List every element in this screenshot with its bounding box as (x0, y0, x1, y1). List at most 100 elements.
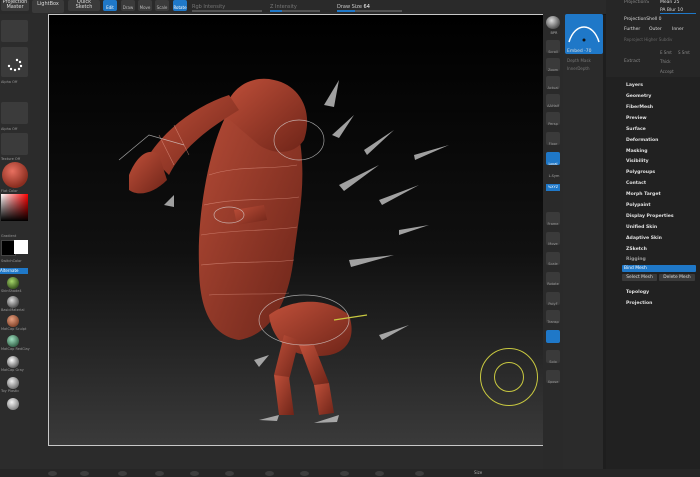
material-toyplastic-ball[interactable] (7, 398, 19, 410)
bottom-brush-icon[interactable] (375, 471, 384, 476)
scroll-button[interactable]: Scroll (546, 40, 560, 54)
rgb-intensity-track[interactable] (192, 10, 262, 12)
material-gray-ball[interactable] (7, 356, 19, 368)
current-material-ball[interactable] (2, 162, 28, 188)
bottom-brush-icon[interactable] (225, 471, 234, 476)
menu-geometry[interactable]: Geometry (626, 94, 651, 99)
lightbox-button[interactable]: LightBox (32, 0, 64, 13)
thick-slider[interactable]: Thick (660, 59, 671, 64)
creature-model[interactable] (49, 15, 543, 445)
move-button[interactable]: Move (546, 232, 560, 246)
material-skinshade-ball[interactable] (7, 277, 19, 289)
scale-mode-button[interactable]: Scale (155, 0, 169, 11)
viewport-canvas[interactable] (48, 14, 544, 446)
quicksketch-button[interactable]: Quick Sketch (68, 0, 100, 11)
bottom-brush-icon[interactable] (265, 471, 274, 476)
material-label: MatCap RedClay (1, 347, 30, 351)
material-basic-ball[interactable] (7, 296, 19, 308)
gyro-inner-ring[interactable] (494, 362, 524, 392)
bind-mesh-button[interactable]: Bind Mesh (622, 265, 696, 272)
bottom-brush-icon[interactable] (300, 471, 309, 476)
reproject-button[interactable]: Reproject Higher Subdiv (624, 37, 672, 42)
embed-slider[interactable]: Embed -70 (567, 49, 592, 54)
projection-shell-slider[interactable]: ProjectionShell 0 (624, 17, 662, 22)
alternate-button[interactable]: Alternate (0, 268, 28, 274)
menu-topology[interactable]: Topology (626, 290, 649, 295)
subpalette-menu: Layers Geometry FiberMesh Preview Surfac… (606, 77, 700, 477)
menu-layers[interactable]: Layers (626, 83, 643, 88)
transp-button[interactable]: Transp (546, 310, 560, 324)
extract-button[interactable]: Extract (624, 59, 640, 64)
edit-mode-button[interactable]: Edit (103, 0, 117, 11)
inner-button[interactable]: Inner (672, 27, 684, 32)
menu-masking[interactable]: Masking (626, 149, 648, 154)
menu-zsketch[interactable]: ZSketch (626, 247, 647, 252)
zoom-button[interactable]: Zoom (546, 58, 560, 72)
accept-button[interactable]: Accept (660, 69, 674, 74)
menu-preview[interactable]: Preview (626, 116, 647, 121)
projection-master-button[interactable]: Projection Master (1, 0, 29, 11)
menu-polygroups[interactable]: Polygroups (626, 170, 655, 175)
menu-visibility[interactable]: Visibility (626, 159, 649, 164)
z-intensity-fill (270, 10, 282, 12)
secondary-color-swatch[interactable] (14, 240, 28, 254)
further-button[interactable]: Further (624, 27, 640, 32)
e-smt-toggle[interactable]: E Smt (660, 50, 672, 55)
bottom-brush-icon[interactable] (118, 471, 127, 476)
mean-slider[interactable]: Mean 25 (660, 0, 679, 5)
frame-button[interactable]: Frame (546, 212, 560, 226)
alpha-thumbnail[interactable] (1, 102, 28, 124)
select-mesh-button[interactable]: Select Mesh (622, 274, 657, 281)
bottom-shelf: Size (0, 469, 700, 477)
menu-display-properties[interactable]: Display Properties (626, 214, 674, 219)
material-redclay-ball[interactable] (7, 335, 19, 347)
color-picker[interactable] (1, 194, 28, 221)
brush-preview[interactable] (565, 14, 603, 54)
menu-projection[interactable]: Projection (626, 301, 652, 306)
material-sculpt-ball[interactable] (7, 315, 19, 327)
solo-button[interactable]: Solo (546, 350, 560, 364)
draw-mode-button[interactable]: Draw (121, 0, 135, 11)
depth-mask-label[interactable]: Depth Mask (567, 58, 591, 63)
xpose-button[interactable]: Xpose (546, 370, 560, 384)
menu-rigging[interactable]: Rigging (626, 257, 646, 262)
persp-button[interactable]: Persp (546, 112, 560, 126)
brush-alpha-thumbnail[interactable] (1, 47, 28, 77)
polyf-button[interactable]: PolyF (546, 292, 560, 306)
bottom-brush-icon[interactable] (155, 471, 164, 476)
texture-thumbnail[interactable] (1, 133, 28, 155)
menu-surface[interactable]: Surface (626, 127, 646, 132)
lsym-label[interactable]: L.Sym (544, 174, 564, 178)
xyz-button[interactable]: %XYZ (546, 184, 560, 191)
scale-button[interactable]: Scale (546, 252, 560, 266)
s-smt-toggle[interactable]: S Smt (678, 50, 690, 55)
current-tool-thumbnail[interactable] (1, 20, 28, 42)
material-toy-ball[interactable] (7, 377, 19, 389)
menu-polypaint[interactable]: Polypaint (626, 203, 651, 208)
move-mode-button[interactable]: Move (138, 0, 152, 11)
aahalf-button[interactable]: AAHalf (546, 94, 560, 108)
delete-mesh-button[interactable]: Delete Mesh (659, 274, 695, 281)
bottom-brush-icon[interactable] (80, 471, 89, 476)
rotate-button[interactable]: Rotate (546, 272, 560, 286)
bottom-brush-icon[interactable] (415, 471, 424, 476)
menu-contact[interactable]: Contact (626, 181, 646, 186)
switch-color-label[interactable]: SwitchColor (1, 259, 22, 263)
bpr-button[interactable] (546, 16, 560, 29)
menu-morph-target[interactable]: Morph Target (626, 192, 661, 197)
size-label: Size (474, 470, 483, 475)
bottom-brush-icon[interactable] (340, 471, 349, 476)
actual-button[interactable]: Actual (546, 76, 560, 90)
ghost-button[interactable] (546, 330, 560, 343)
menu-adaptive-skin[interactable]: Adaptive Skin (626, 236, 662, 241)
bottom-brush-icon[interactable] (190, 471, 199, 476)
outer-button[interactable]: Outer (649, 27, 662, 32)
rotate-mode-button[interactable]: Rotate (173, 0, 187, 11)
menu-deformation[interactable]: Deformation (626, 138, 658, 143)
floor-button[interactable]: Floor (546, 132, 560, 146)
bottom-brush-icon[interactable] (48, 471, 57, 476)
inner-depth-label[interactable]: InnerDepth (567, 66, 590, 71)
local-button[interactable]: Local (546, 152, 560, 166)
menu-unified-skin[interactable]: Unified Skin (626, 225, 657, 230)
menu-fibermesh[interactable]: FiberMesh (626, 105, 653, 110)
